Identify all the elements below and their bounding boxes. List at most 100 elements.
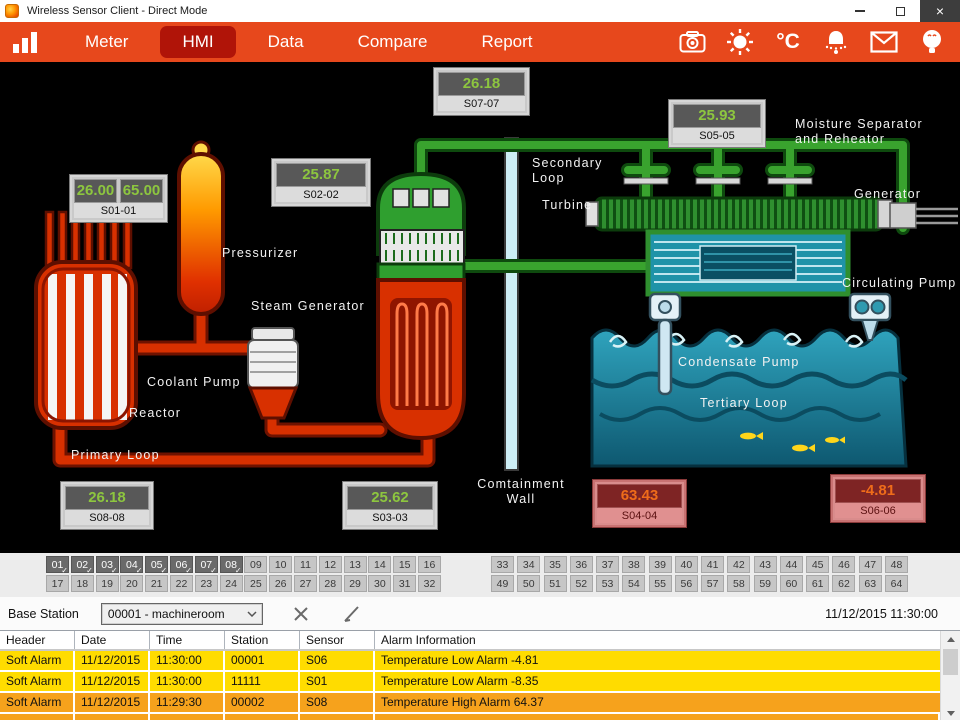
channel-cell-43[interactable]: 43: [754, 556, 777, 573]
sensor-box-S08-08[interactable]: 26.18S08-08: [61, 482, 153, 529]
channel-cell-63[interactable]: 63: [859, 575, 882, 592]
channel-cell-41[interactable]: 41: [701, 556, 724, 573]
scrollbar-thumb[interactable]: [943, 649, 958, 675]
channel-cell-58[interactable]: 58: [727, 575, 750, 592]
channel-cell-32[interactable]: 32: [418, 575, 441, 592]
channel-cell-14[interactable]: 14: [368, 556, 391, 573]
channel-cell-64[interactable]: 64: [885, 575, 908, 592]
table-row-partial[interactable]: [0, 714, 960, 720]
channel-cell-42[interactable]: 42: [727, 556, 750, 573]
tab-hmi[interactable]: HMI: [160, 26, 235, 58]
channel-cell-56[interactable]: 56: [675, 575, 698, 592]
channel-cell-04[interactable]: 04: [120, 556, 143, 573]
sensor-box-S06-06[interactable]: -4.81S06-06: [831, 475, 925, 522]
channel-cell-18[interactable]: 18: [71, 575, 94, 592]
channel-cell-16[interactable]: 16: [418, 556, 441, 573]
channel-cell-31[interactable]: 31: [393, 575, 416, 592]
channel-cell-12[interactable]: 12: [319, 556, 342, 573]
channel-cell-26[interactable]: 26: [269, 575, 292, 592]
camera-icon[interactable]: [678, 28, 706, 56]
channel-cell-62[interactable]: 62: [832, 575, 855, 592]
column-header-alarm-information[interactable]: Alarm Information: [375, 631, 940, 649]
channel-cell-10[interactable]: 10: [269, 556, 292, 573]
mail-icon[interactable]: [870, 28, 898, 56]
alarm-row[interactable]: Soft Alarm11/12/201511:30:0000001S06Temp…: [0, 651, 960, 670]
channel-cell-47[interactable]: 47: [859, 556, 882, 573]
bulb-icon[interactable]: [918, 28, 946, 56]
channel-cell-48[interactable]: 48: [885, 556, 908, 573]
channel-cell-28[interactable]: 28: [319, 575, 342, 592]
channel-cell-23[interactable]: 23: [195, 575, 218, 592]
channel-cell-39[interactable]: 39: [649, 556, 672, 573]
edit-button[interactable]: [339, 602, 363, 626]
channel-cell-37[interactable]: 37: [596, 556, 619, 573]
channel-cell-06[interactable]: 06: [170, 556, 193, 573]
channel-cell-55[interactable]: 55: [649, 575, 672, 592]
channel-cell-35[interactable]: 35: [544, 556, 567, 573]
clear-button[interactable]: [289, 602, 313, 626]
close-button[interactable]: ×: [920, 0, 960, 22]
channel-cell-40[interactable]: 40: [675, 556, 698, 573]
channel-cell-08[interactable]: 08: [220, 556, 243, 573]
channel-cell-57[interactable]: 57: [701, 575, 724, 592]
channel-cell-50[interactable]: 50: [517, 575, 540, 592]
scroll-up-arrow-icon[interactable]: [941, 631, 960, 647]
tab-meter[interactable]: Meter: [63, 26, 150, 58]
channel-cell-61[interactable]: 61: [806, 575, 829, 592]
base-station-dropdown[interactable]: 00001 - machineroom: [101, 603, 263, 625]
channel-cell-44[interactable]: 44: [780, 556, 803, 573]
channel-cell-01[interactable]: 01: [46, 556, 69, 573]
column-header-date[interactable]: Date: [75, 631, 150, 649]
channel-cell-02[interactable]: 02: [71, 556, 94, 573]
channel-cell-46[interactable]: 46: [832, 556, 855, 573]
maximize-button[interactable]: [880, 0, 920, 22]
channel-cell-25[interactable]: 25: [244, 575, 267, 592]
alarm-row[interactable]: Soft Alarm11/12/201511:29:3000002S08Temp…: [0, 693, 960, 712]
channel-cell-20[interactable]: 20: [120, 575, 143, 592]
channel-cell-60[interactable]: 60: [780, 575, 803, 592]
channel-cell-27[interactable]: 27: [294, 575, 317, 592]
channel-cell-49[interactable]: 49: [491, 575, 514, 592]
alarm-bell-icon[interactable]: [822, 28, 850, 56]
column-header-header[interactable]: Header: [0, 631, 75, 649]
alarm-row[interactable]: Soft Alarm11/12/201511:30:0011111S01Temp…: [0, 672, 960, 691]
celsius-icon[interactable]: °C: [774, 28, 802, 56]
scroll-down-arrow-icon[interactable]: [941, 705, 960, 720]
table-scrollbar[interactable]: [940, 631, 960, 720]
channel-cell-38[interactable]: 38: [622, 556, 645, 573]
channel-cell-45[interactable]: 45: [806, 556, 829, 573]
sensor-box-S04-04[interactable]: 63.43S04-04: [593, 480, 686, 527]
channel-cell-24[interactable]: 24: [220, 575, 243, 592]
channel-cell-07[interactable]: 07: [195, 556, 218, 573]
channel-cell-54[interactable]: 54: [622, 575, 645, 592]
channel-cell-15[interactable]: 15: [393, 556, 416, 573]
channel-cell-59[interactable]: 59: [754, 575, 777, 592]
column-header-station[interactable]: Station: [225, 631, 300, 649]
channel-cell-36[interactable]: 36: [570, 556, 593, 573]
channel-cell-53[interactable]: 53: [596, 575, 619, 592]
column-header-sensor[interactable]: Sensor: [300, 631, 375, 649]
channel-cell-33[interactable]: 33: [491, 556, 514, 573]
column-header-time[interactable]: Time: [150, 631, 225, 649]
channel-cell-52[interactable]: 52: [570, 575, 593, 592]
sensor-box-S05-05[interactable]: 25.93S05-05: [669, 100, 765, 147]
channel-cell-21[interactable]: 21: [145, 575, 168, 592]
channel-cell-13[interactable]: 13: [344, 556, 367, 573]
channel-cell-34[interactable]: 34: [517, 556, 540, 573]
sensor-box-S01-01[interactable]: 26.0065.00S01-01: [70, 175, 167, 222]
sensor-box-S03-03[interactable]: 25.62S03-03: [343, 482, 437, 529]
tab-compare[interactable]: Compare: [336, 26, 450, 58]
channel-cell-03[interactable]: 03: [96, 556, 119, 573]
channel-cell-29[interactable]: 29: [344, 575, 367, 592]
sensor-box-S07-07[interactable]: 26.18S07-07: [434, 68, 529, 115]
channel-cell-11[interactable]: 11: [294, 556, 317, 573]
channel-cell-30[interactable]: 30: [368, 575, 391, 592]
tab-report[interactable]: Report: [459, 26, 554, 58]
bar-chart-icon[interactable]: [13, 31, 37, 53]
channel-cell-51[interactable]: 51: [544, 575, 567, 592]
tab-data[interactable]: Data: [246, 26, 326, 58]
channel-cell-22[interactable]: 22: [170, 575, 193, 592]
channel-cell-19[interactable]: 19: [96, 575, 119, 592]
minimize-button[interactable]: [840, 0, 880, 22]
channel-cell-09[interactable]: 09: [244, 556, 267, 573]
